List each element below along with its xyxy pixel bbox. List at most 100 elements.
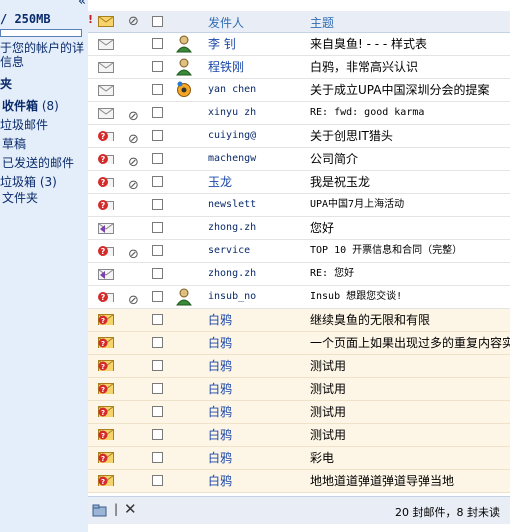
message-subject[interactable]: RE: 您好 [310,263,510,285]
message-checkbox[interactable] [152,309,166,331]
message-row[interactable]: ? newslett UPA中国7月上海活动 [88,194,510,217]
message-sender[interactable]: zhong.zh [208,263,260,285]
read-status-column-icon[interactable] [98,16,114,27]
message-sender[interactable]: 玉龙 [208,171,260,193]
message-sender[interactable]: cuiying@ [208,125,260,147]
message-row[interactable]: zhong.zh 您好 [88,217,510,240]
message-checkbox[interactable] [152,125,166,147]
message-row[interactable]: ? 白鸦 一个页面上如果出现过多的重复内容实 [88,332,510,355]
message-checkbox[interactable] [152,240,166,262]
message-sender[interactable]: 白鸦 [208,401,260,423]
message-checkbox[interactable] [152,286,166,308]
message-subject[interactable]: 测试用 [310,424,510,446]
message-checkbox[interactable] [152,194,166,216]
message-sender[interactable]: 白鸦 [208,447,260,469]
message-subject[interactable]: 地地道道弹道弹道导弹当地 [310,470,510,492]
message-sender[interactable]: yan chen [208,79,260,101]
message-checkbox[interactable] [152,424,166,446]
message-subject[interactable]: 关于成立UPA中国深圳分会的提案 [310,79,510,101]
message-row[interactable]: ⊘ xinyu zh RE: fwd: good karma [88,102,510,125]
folder-junk[interactable]: 垃圾邮件 [0,116,48,133]
message-checkbox[interactable] [152,470,166,492]
message-subject[interactable]: 彩电 [310,447,510,469]
message-subject[interactable]: 一个页面上如果出现过多的重复内容实 [310,332,510,354]
message-sender[interactable]: 白鸦 [208,470,260,492]
message-subject[interactable]: 测试用 [310,378,510,400]
message-row[interactable]: ? 白鸦 测试用 [88,401,510,424]
message-subject[interactable]: 来自臭鱼! - - - 样式表 [310,33,510,55]
message-row[interactable]: ? 白鸦 测试用 [88,355,510,378]
message-sender[interactable]: insub_no [208,286,260,308]
message-checkbox[interactable] [152,171,166,193]
message-row[interactable]: ? ⊘ service TOP 10 开票信息和合同（完整） [88,240,510,263]
folder-drafts[interactable]: 草稿 [2,135,26,152]
message-checkbox[interactable] [152,332,166,354]
message-sender[interactable]: 白鸦 [208,309,260,331]
online-contact-icon[interactable] [176,79,194,101]
message-checkbox[interactable] [152,102,166,124]
message-subject[interactable]: 测试用 [310,355,510,377]
subject-column-header[interactable]: 主题 [310,14,334,31]
message-checkbox[interactable] [152,148,166,170]
message-sender[interactable]: 程铁刚 [208,56,260,78]
message-checkbox[interactable] [152,56,166,78]
message-subject[interactable]: 白鸦，非常高兴认识 [310,56,510,78]
message-checkbox[interactable] [152,378,166,400]
contact-icon[interactable] [176,286,194,308]
message-checkbox[interactable] [152,217,166,239]
message-row[interactable]: zhong.zh RE: 您好 [88,263,510,286]
sender-column-header[interactable]: 发件人 [208,14,244,31]
message-sender[interactable]: newslett [208,194,260,216]
message-row[interactable]: ? ⊘ insub_no Insub 想跟您交谈! [88,286,510,309]
message-sender[interactable]: zhong.zh [208,217,260,239]
message-row[interactable]: ? 白鸦 继续臭鱼的无限和有限 [88,309,510,332]
delete-icon[interactable]: ✕ [124,500,137,518]
priority-column-icon[interactable]: ! [88,13,93,26]
message-subject[interactable]: 公司简介 [310,148,510,170]
message-sender[interactable]: service [208,240,260,262]
folder-trash[interactable]: 垃圾箱 (3) [0,173,57,190]
message-checkbox[interactable] [152,33,166,55]
folder-sent[interactable]: 已发送的邮件 [2,154,74,171]
select-all-checkbox[interactable] [152,16,163,27]
message-subject[interactable]: TOP 10 开票信息和合同（完整） [310,240,510,262]
message-row[interactable]: ? 白鸦 测试用 [88,378,510,401]
account-info-link-line2[interactable]: 信息 [0,53,24,70]
message-sender[interactable]: 白鸦 [208,355,260,377]
message-sender[interactable]: machengw [208,148,260,170]
message-subject[interactable]: 您好 [310,217,510,239]
message-row[interactable]: ? ⊘ machengw 公司简介 [88,148,510,171]
contact-icon[interactable] [176,56,194,78]
message-checkbox[interactable] [152,79,166,101]
move-to-folder-icon[interactable] [92,503,108,517]
message-sender[interactable]: 白鸦 [208,378,260,400]
message-subject[interactable]: RE: fwd: good karma [310,102,510,124]
message-row[interactable]: ? ⊘ cuiying@ 关于创思IT猎头 [88,125,510,148]
message-sender[interactable]: 白鸦 [208,332,260,354]
attachment-column-icon[interactable]: ⊘ [128,14,139,29]
message-subject[interactable]: 继续臭鱼的无限和有限 [310,309,510,331]
message-row[interactable]: yan chen 关于成立UPA中国深圳分会的提案 [88,79,510,102]
message-sender[interactable]: 白鸦 [208,424,260,446]
message-checkbox[interactable] [152,263,166,285]
message-sender[interactable]: 李 钊 [208,33,260,55]
message-row[interactable]: ? ⊘ 玉龙 我是祝玉龙 [88,171,510,194]
message-subject[interactable]: 测试用 [310,401,510,423]
message-sender[interactable]: xinyu zh [208,102,260,124]
message-checkbox[interactable] [152,401,166,423]
collapse-sidebar-icon[interactable]: « [78,0,86,9]
message-subject[interactable]: UPA中国7月上海活动 [310,194,510,216]
message-row[interactable]: 李 钊 来自臭鱼! - - - 样式表 [88,33,510,56]
contact-icon[interactable] [176,33,194,55]
message-subject[interactable]: Insub 想跟您交谈! [310,286,510,308]
message-subject[interactable]: 我是祝玉龙 [310,171,510,193]
folder-my-folders[interactable]: 文件夹 [2,189,38,206]
message-row[interactable]: ? 白鸦 地地道道弹道弹道导弹当地 [88,470,510,493]
message-row[interactable]: ? 白鸦 测试用 [88,424,510,447]
message-checkbox[interactable] [152,447,166,469]
message-row[interactable]: ? 白鸦 彩电 [88,447,510,470]
message-subject[interactable]: 关于创思IT猎头 [310,125,510,147]
message-checkbox[interactable] [152,355,166,377]
message-row[interactable]: 程铁刚 白鸦，非常高兴认识 [88,56,510,79]
folder-inbox[interactable]: 收件箱 (8) [2,97,59,114]
